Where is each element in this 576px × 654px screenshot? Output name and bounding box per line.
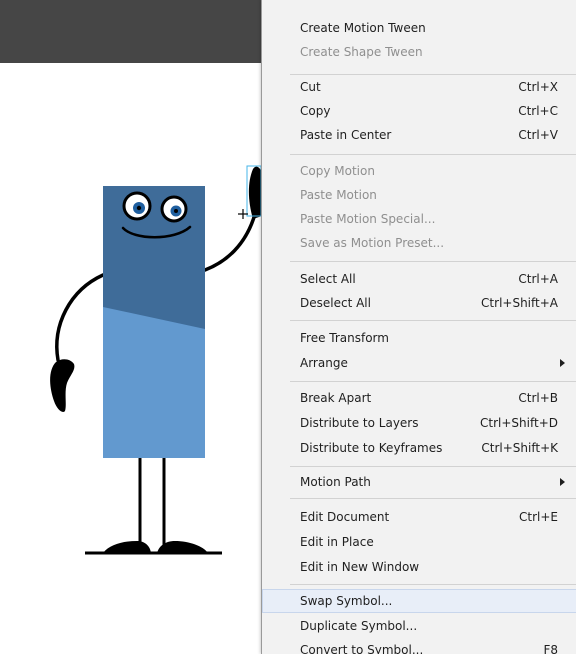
menu-item-shortcut: Ctrl+B <box>518 391 558 405</box>
menu-item-label: Edit Document <box>300 510 390 524</box>
menu-item-edit-in-new-window[interactable]: Edit in New Window <box>262 555 576 579</box>
menu-item-edit-in-place[interactable]: Edit in Place <box>262 530 576 554</box>
submenu-arrow-icon <box>560 359 565 367</box>
menu-item-label: Copy <box>300 104 331 118</box>
menu-item-cut[interactable]: Cut Ctrl+X <box>262 75 576 99</box>
menu-item-label: Convert to Symbol... <box>300 643 424 654</box>
menu-separator <box>290 261 576 262</box>
menu-item-shortcut: Ctrl+X <box>518 80 558 94</box>
flash-stage: Create Motion Tween Create Shape Tween C… <box>0 0 576 654</box>
menu-item-label: Break Apart <box>300 391 372 405</box>
menu-item-label: Edit in Place <box>300 535 374 549</box>
menu-item-paste-motion[interactable]: Paste Motion <box>262 183 576 207</box>
menu-item-shortcut: Ctrl+C <box>518 104 558 118</box>
menu-item-shortcut: F8 <box>543 643 558 654</box>
menu-separator <box>290 584 576 585</box>
menu-separator <box>290 466 576 467</box>
menu-item-duplicate-symbol[interactable]: Duplicate Symbol... <box>262 614 576 638</box>
menu-item-label: Create Shape Tween <box>300 45 423 59</box>
menu-item-label: Arrange <box>300 356 348 370</box>
menu-item-select-all[interactable]: Select All Ctrl+A <box>262 267 576 291</box>
menu-item-label: Distribute to Keyframes <box>300 441 443 455</box>
menu-item-shortcut: Ctrl+A <box>518 272 558 286</box>
menu-item-label: Paste Motion Special... <box>300 212 436 226</box>
menu-item-save-as-motion-preset[interactable]: Save as Motion Preset... <box>262 231 576 255</box>
menu-separator <box>290 381 576 382</box>
menu-item-motion-path[interactable]: Motion Path <box>262 470 576 494</box>
menu-separator <box>290 154 576 155</box>
menu-item-deselect-all[interactable]: Deselect All Ctrl+Shift+A <box>262 291 576 315</box>
menu-item-edit-document[interactable]: Edit Document Ctrl+E <box>262 505 576 529</box>
context-menu[interactable]: Create Motion Tween Create Shape Tween C… <box>261 0 576 654</box>
menu-item-free-transform[interactable]: Free Transform <box>262 326 576 350</box>
submenu-arrow-icon <box>560 478 565 486</box>
menu-item-paste-motion-special[interactable]: Paste Motion Special... <box>262 207 576 231</box>
menu-item-create-motion-tween[interactable]: Create Motion Tween <box>262 16 576 40</box>
menu-item-label: Swap Symbol... <box>300 594 393 608</box>
menu-item-shortcut: Ctrl+Shift+K <box>481 441 558 455</box>
menu-item-shortcut: Ctrl+E <box>519 510 558 524</box>
menu-item-label: Save as Motion Preset... <box>300 236 445 250</box>
menu-separator <box>290 498 576 499</box>
menu-item-shortcut: Ctrl+Shift+D <box>480 416 558 430</box>
menu-item-label: Free Transform <box>300 331 389 345</box>
legs <box>85 458 222 555</box>
right-arm <box>203 165 264 272</box>
menu-item-label: Distribute to Layers <box>300 416 419 430</box>
menu-item-label: Cut <box>300 80 321 94</box>
menu-item-label: Motion Path <box>300 475 371 489</box>
left-shoe <box>103 541 151 553</box>
menu-item-create-shape-tween[interactable]: Create Shape Tween <box>262 40 576 64</box>
menu-item-paste-in-center[interactable]: Paste in Center Ctrl+V <box>262 123 576 147</box>
menu-item-shortcut: Ctrl+Shift+A <box>481 296 558 310</box>
menu-item-copy[interactable]: Copy Ctrl+C <box>262 99 576 123</box>
menu-item-label: Create Motion Tween <box>300 21 426 35</box>
menu-item-convert-to-symbol[interactable]: Convert to Symbol... F8 <box>262 638 576 654</box>
menu-item-label: Copy Motion <box>300 164 375 178</box>
menu-item-label: Edit in New Window <box>300 560 420 574</box>
menu-item-label: Paste in Center <box>300 128 392 142</box>
menu-item-arrange[interactable]: Arrange <box>262 351 576 375</box>
menu-item-copy-motion[interactable]: Copy Motion <box>262 159 576 183</box>
menu-item-distribute-to-layers[interactable]: Distribute to Layers Ctrl+Shift+D <box>262 411 576 435</box>
menu-item-label: Duplicate Symbol... <box>300 619 418 633</box>
menu-item-shortcut: Ctrl+V <box>518 128 558 142</box>
menu-item-label: Deselect All <box>300 296 371 310</box>
menu-item-label: Select All <box>300 272 356 286</box>
left-arm <box>50 273 105 412</box>
menu-separator <box>290 320 576 321</box>
menu-item-label: Paste Motion <box>300 188 377 202</box>
menu-item-swap-symbol[interactable]: Swap Symbol... <box>262 589 576 613</box>
menu-item-distribute-to-keyframes[interactable]: Distribute to Keyframes Ctrl+Shift+K <box>262 436 576 460</box>
menu-item-break-apart[interactable]: Break Apart Ctrl+B <box>262 386 576 410</box>
